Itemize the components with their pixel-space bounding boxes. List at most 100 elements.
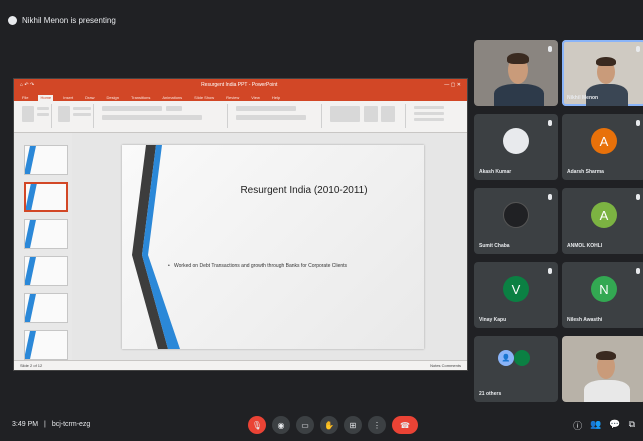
participant-name: Nilesh Awasthi xyxy=(567,317,603,323)
slide-thumbnail[interactable] xyxy=(24,293,68,323)
ribbon-drawing-group xyxy=(326,104,406,128)
ppt-ribbon xyxy=(14,101,467,133)
slide-stripe-graphic xyxy=(132,145,180,349)
mic-icon xyxy=(636,46,640,52)
others-count-label: 21 others xyxy=(479,391,502,397)
mic-icon xyxy=(636,268,640,274)
mic-icon xyxy=(636,120,640,126)
new-slide-button[interactable] xyxy=(58,106,70,122)
participant-name: Vinay Kapu xyxy=(479,317,507,323)
meeting-time: 3:49 PM | bcj-tcrm-ezg xyxy=(12,421,91,428)
people-icon[interactable]: 👥 xyxy=(590,419,601,432)
ppt-window-controls[interactable]: — ▢ ✕ xyxy=(444,82,461,88)
participant-tile[interactable] xyxy=(562,336,643,402)
paste-button[interactable] xyxy=(22,106,34,122)
others-avatar-icon xyxy=(514,350,530,366)
avatar xyxy=(503,202,529,228)
ppt-quick-access[interactable]: ⌂ ↶ ↷ xyxy=(20,82,34,88)
layout-button[interactable] xyxy=(73,107,91,110)
mic-off-button[interactable]: 🎙 xyxy=(248,416,266,434)
slide-thumbnail[interactable] xyxy=(24,330,68,360)
ribbon-clipboard-group xyxy=(18,104,52,128)
participant-tile[interactable]: N Nilesh Awasthi xyxy=(562,262,643,328)
participant-tile[interactable]: A Adarsh Sharma xyxy=(562,114,643,180)
arrange-button[interactable] xyxy=(364,106,378,122)
meeting-code: bcj-tcrm-ezg xyxy=(51,421,91,428)
present-button[interactable]: ⊞ xyxy=(344,416,362,434)
align-buttons[interactable] xyxy=(236,115,306,120)
mic-icon xyxy=(548,46,552,52)
mic-icon xyxy=(548,268,552,274)
slide-bullet: Worked on Debt Transactions and growth t… xyxy=(168,263,414,271)
end-call-button[interactable]: ☎ xyxy=(392,416,418,434)
avatar: N xyxy=(591,276,617,302)
participant-tile[interactable]: Akash Kumar xyxy=(474,114,558,180)
reset-button[interactable] xyxy=(73,113,91,116)
shapes-gallery[interactable] xyxy=(330,106,360,122)
slide-thumbnail[interactable] xyxy=(24,256,68,286)
info-icon[interactable]: ⓘ xyxy=(573,419,582,432)
ppt-title-bar: ⌂ ↶ ↷ Resurgent India PPT - PowerPoint —… xyxy=(14,79,467,91)
others-tile[interactable]: 👤 21 others xyxy=(474,336,558,402)
participant-tile[interactable]: A ANMOL KOHLI xyxy=(562,188,643,254)
ppt-status-bar: Slide 2 of 12 Notes Comments xyxy=(14,360,467,370)
ribbon-slides-group xyxy=(54,104,94,128)
others-avatar-icon: 👤 xyxy=(498,350,514,366)
slide-title: Resurgent India (2010-2011) xyxy=(240,185,368,196)
clock-time: 3:49 PM xyxy=(12,421,39,428)
present-screen-icon xyxy=(8,15,17,25)
avatar: A xyxy=(591,202,617,228)
slide-count-label: Slide 2 of 12 xyxy=(20,363,43,368)
font-name-select[interactable] xyxy=(102,106,162,111)
participant-name: Nikhil Menon xyxy=(567,95,599,101)
list-buttons[interactable] xyxy=(236,106,296,111)
participant-name: ANMOL KOHLI xyxy=(567,243,603,249)
avatar: V xyxy=(503,276,529,302)
find-button[interactable] xyxy=(414,106,444,109)
slide-thumbnail-selected[interactable] xyxy=(24,182,68,212)
participant-name: Sumit Chaba xyxy=(479,243,510,249)
meet-screen: Nikhil Menon is presenting ⌂ ↶ ↷ Resurge… xyxy=(0,0,643,441)
mic-icon xyxy=(548,120,552,126)
slide-canvas: Resurgent India (2010-2011) Worked on De… xyxy=(72,133,467,360)
ppt-ribbon-tabs: File Home Insert Draw Design Transitions… xyxy=(14,91,467,101)
call-controls: 🎙 ◉ ▭ ✋ ⊞ ⋮ ☎ xyxy=(248,416,418,434)
participant-name: Adarsh Sharma xyxy=(567,169,604,175)
participant-tile[interactable]: V Vinay Kapu xyxy=(474,262,558,328)
avatar: A xyxy=(591,128,617,154)
font-size-select[interactable] xyxy=(166,106,182,111)
replace-button[interactable] xyxy=(414,112,444,115)
ribbon-paragraph-group xyxy=(232,104,322,128)
captions-button[interactable]: ▭ xyxy=(296,416,314,434)
mic-icon xyxy=(548,194,552,200)
slide-thumbnail[interactable] xyxy=(24,145,68,175)
camera-button[interactable]: ◉ xyxy=(272,416,290,434)
raise-hand-button[interactable]: ✋ xyxy=(320,416,338,434)
meeting-controls-bar: 3:49 PM | bcj-tcrm-ezg 🎙 ◉ ▭ ✋ ⊞ ⋮ ☎ ⓘ 👥… xyxy=(0,409,643,441)
activities-icon[interactable]: ⧉ xyxy=(629,419,635,432)
ribbon-font-group xyxy=(98,104,228,128)
font-format-buttons[interactable] xyxy=(102,115,202,120)
quick-styles-button[interactable] xyxy=(381,106,395,122)
status-right-controls[interactable]: Notes Comments xyxy=(430,363,461,368)
shared-screen: ⌂ ↶ ↷ Resurgent India PPT - PowerPoint —… xyxy=(13,78,468,371)
chat-icon[interactable]: 💬 xyxy=(609,419,620,432)
slide-thumbnail[interactable] xyxy=(24,219,68,249)
mic-icon xyxy=(636,194,640,200)
side-panel-icons: ⓘ 👥 💬 ⧉ xyxy=(573,419,635,432)
presenting-label: Nikhil Menon is presenting xyxy=(22,15,116,25)
participant-tile-pinned[interactable]: Nikhil Menon xyxy=(562,40,643,106)
more-options-button[interactable]: ⋮ xyxy=(368,416,386,434)
participant-name: Akash Kumar xyxy=(479,169,512,175)
select-button[interactable] xyxy=(414,118,444,121)
ppt-window-title: Resurgent India PPT - PowerPoint xyxy=(201,82,278,88)
copy-button[interactable] xyxy=(37,113,49,116)
current-slide[interactable]: Resurgent India (2010-2011) Worked on De… xyxy=(122,145,424,349)
slide-thumbnails xyxy=(14,133,72,360)
cut-button[interactable] xyxy=(37,107,49,110)
presenting-banner[interactable]: Nikhil Menon is presenting xyxy=(8,12,116,28)
avatar xyxy=(503,128,529,154)
participant-tile[interactable]: Sumit Chaba xyxy=(474,188,558,254)
participant-tile[interactable] xyxy=(474,40,558,106)
ribbon-editing-group xyxy=(410,104,460,128)
